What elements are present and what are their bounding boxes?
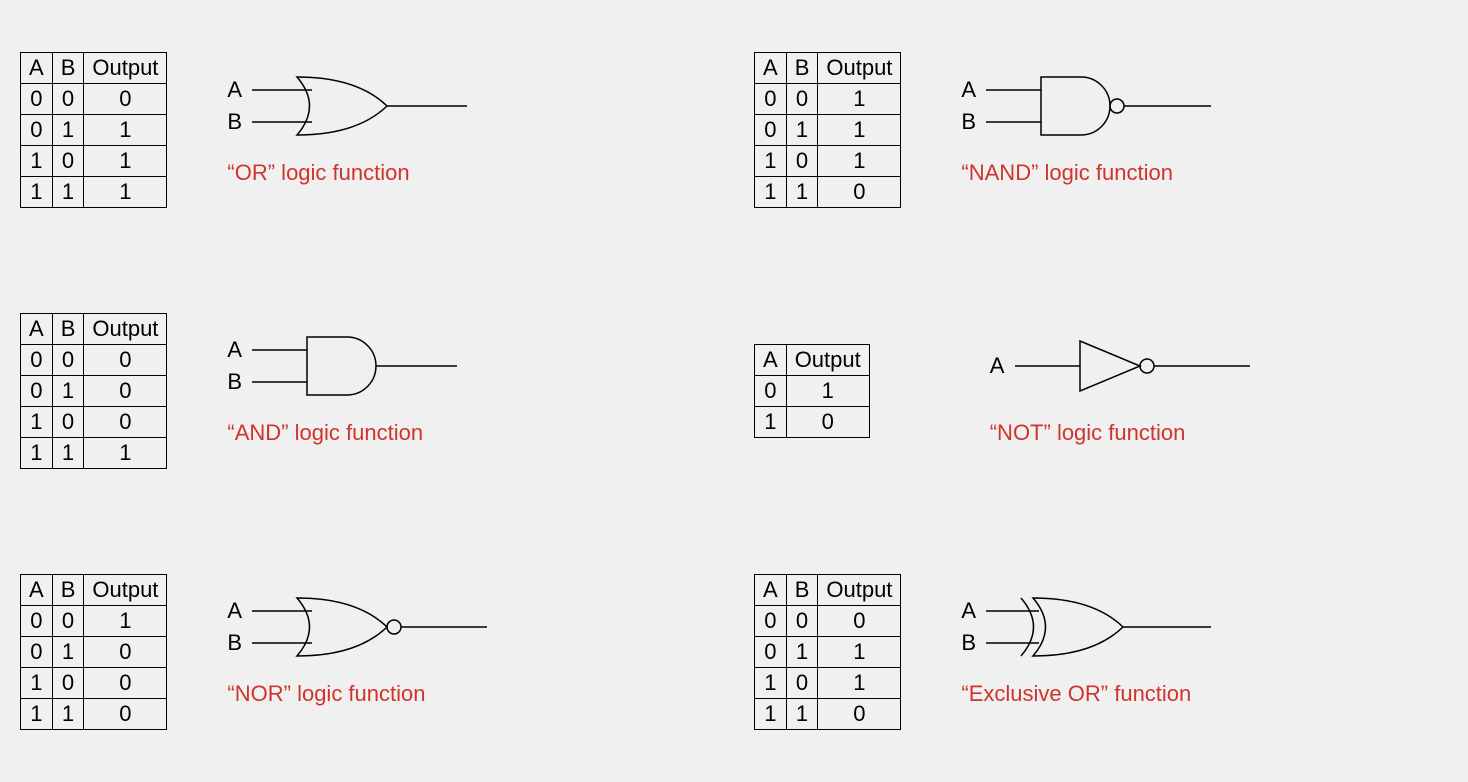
not-truth-table: A Output 01 10 [754,344,870,438]
input-b-label: B [227,630,242,656]
input-b-label: B [961,109,976,135]
xor-cell: A B Output 000 011 101 110 A B “Ex [734,521,1468,782]
xor-truth-table: A B Output 000 011 101 110 [754,574,901,730]
input-a-label: A [227,598,242,624]
or-truth-table: A B Output 000 011 101 111 [20,52,167,208]
and-cell: A B Output 000 010 100 111 A B “AND” log… [0,261,734,522]
input-b-label: B [961,630,976,656]
nand-gate-icon [961,75,1241,145]
th: B [52,53,84,84]
nor-cell: A B Output 001 010 100 110 A B “NO [0,521,734,782]
xor-gate-icon [961,596,1241,666]
not-caption: “NOT” logic function [990,420,1270,446]
input-a-label: A [961,598,976,624]
input-b-label: B [227,109,242,135]
input-b-label: B [227,369,242,395]
xor-caption: “Exclusive OR” function [961,681,1241,707]
or-cell: A B Output 000 011 101 111 A B “OR” logi… [0,0,734,261]
and-gate-icon [227,335,487,405]
input-a-label: A [227,337,242,363]
input-a-label: A [961,77,976,103]
th: Output [84,53,167,84]
nand-caption: “NAND” logic function [961,160,1241,186]
nand-cell: A B Output 001 011 101 110 A B “NA [734,0,1468,261]
or-caption: “OR” logic function [227,160,487,186]
nor-caption: “NOR” logic function [227,681,507,707]
and-caption: “AND” logic function [227,420,487,446]
not-cell: A Output 01 10 A “NOT” logic function [734,261,1468,522]
nor-gate-icon [227,596,507,666]
th: A [21,53,53,84]
and-truth-table: A B Output 000 010 100 111 [20,313,167,469]
nand-truth-table: A B Output 001 011 101 110 [754,52,901,208]
nor-truth-table: A B Output 001 010 100 110 [20,574,167,730]
input-a-label: A [990,353,1005,379]
input-a-label: A [227,77,242,103]
or-gate-icon [227,75,487,145]
not-gate-icon [990,335,1270,405]
